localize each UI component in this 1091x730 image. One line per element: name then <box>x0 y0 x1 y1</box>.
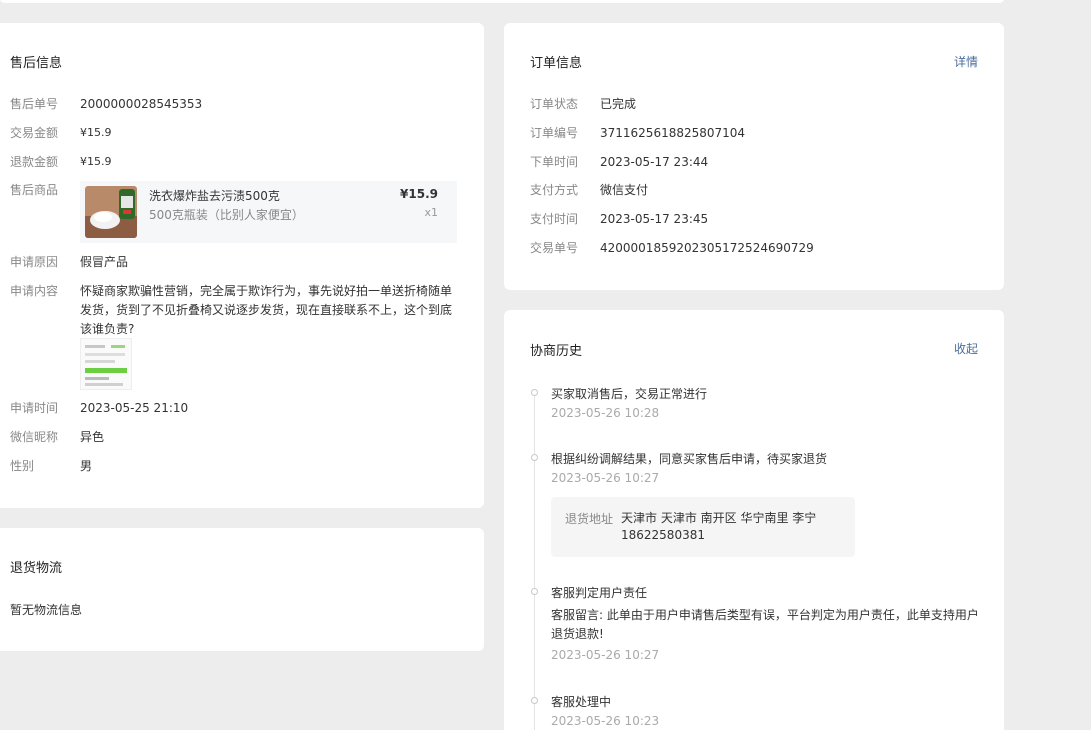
after-sale-title: 售后信息 <box>10 56 63 71</box>
order-field-row: 下单时间 2023-05-17 23:44 <box>530 153 708 171</box>
apply-content: 怀疑商家欺骗性营销，完全属于欺诈行为，事先说好拍一单送折椅随单发货，货到了不见折… <box>80 284 453 336</box>
refund-amount-row: 退款金额 ¥15.9 <box>10 153 112 171</box>
field-label: 售后商品 <box>10 183 59 197</box>
field-label: 订单编号 <box>530 126 579 140</box>
field-label: 申请时间 <box>10 401 59 415</box>
field-label: 交易单号 <box>530 241 579 255</box>
timeline-dot <box>531 454 538 461</box>
return-address-box: 退货地址 天津市 天津市 南开区 华宁南里 李宁 18622580381 <box>551 497 855 557</box>
timeline-line <box>534 390 535 730</box>
history-title: 协商历史 <box>530 344 583 359</box>
product-row-label: 售后商品 <box>10 181 80 199</box>
field-label: 支付时间 <box>530 212 579 226</box>
field-label: 支付方式 <box>530 183 579 197</box>
trade-amount: ¥15.9 <box>80 126 112 139</box>
field-label: 下单时间 <box>530 155 579 169</box>
product-quantity: x1 <box>424 206 438 219</box>
order-field-row: 交易单号 4200001859202305172524690729 <box>530 239 814 257</box>
logistics-title: 退货物流 <box>10 561 63 576</box>
field-label: 性别 <box>10 459 35 473</box>
history-event-time: 2023-05-26 10:28 <box>551 406 660 420</box>
order-field-row: 订单编号 3711625618825807104 <box>530 124 745 142</box>
history-event-title: 买家取消售后，交易正常进行 <box>551 387 708 401</box>
refund-amount: ¥15.9 <box>80 155 112 168</box>
product-price: ¥15.9 <box>400 187 438 201</box>
order-title: 订单信息 <box>530 56 583 71</box>
order-time: 2023-05-17 23:44 <box>600 155 709 169</box>
field-label: 交易金额 <box>10 126 59 140</box>
trade-amount-row: 交易金额 ¥15.9 <box>10 124 112 142</box>
field-label: 退款金额 <box>10 155 59 169</box>
history-event-time: 2023-05-26 10:27 <box>551 471 660 485</box>
after-sale-info-card: 售后信息 售后单号 2000000028545353 交易金额 ¥15.9 退款… <box>0 23 484 508</box>
timeline-dot <box>531 588 538 595</box>
order-status: 已完成 <box>600 97 637 111</box>
return-address: 天津市 天津市 南开区 华宁南里 李宁 18622580381 <box>621 511 817 542</box>
field-label: 订单状态 <box>530 97 579 111</box>
transaction-number: 4200001859202305172524690729 <box>600 241 814 255</box>
history-event-title: 根据纠纷调解结果，同意买家售后申请，待买家退货 <box>551 452 828 466</box>
reason-row: 申请原因 假冒产品 <box>10 253 128 271</box>
order-field-row: 支付时间 2023-05-17 23:45 <box>530 210 708 228</box>
timeline-dot <box>531 697 538 704</box>
history-event-title: 客服处理中 <box>551 695 612 709</box>
product-name: 洗衣爆炸盐去污渍500克 <box>149 189 280 203</box>
gender-row: 性别 男 <box>10 457 92 475</box>
field-label: 售后单号 <box>10 97 59 111</box>
field-label: 申请内容 <box>10 284 59 298</box>
payment-time: 2023-05-17 23:45 <box>600 212 709 226</box>
history-event-title: 客服判定用户责任 <box>551 586 648 600</box>
after-sale-order-no: 2000000028545353 <box>80 97 203 111</box>
apply-time-row: 申请时间 2023-05-25 21:10 <box>10 399 188 417</box>
order-number: 3711625618825807104 <box>600 126 746 140</box>
service-note: 客服留言: 此单由于用户申请售后类型有误，平台判定为用户责任，此单支持用户退货退… <box>551 608 979 641</box>
gender: 男 <box>80 459 93 473</box>
after-sale-order-no-row: 售后单号 2000000028545353 <box>10 95 202 113</box>
history-event-time: 2023-05-26 10:23 <box>551 714 660 728</box>
top-card-edge <box>0 0 1004 3</box>
history-event-time: 2023-05-26 10:27 <box>551 648 660 662</box>
order-field-row: 订单状态 已完成 <box>530 95 636 113</box>
apply-reason: 假冒产品 <box>80 255 129 269</box>
product-card[interactable]: 洗衣爆炸盐去污渍500克 500克瓶装（比别人家便宜） ¥15.9 x1 <box>80 181 457 243</box>
payment-method: 微信支付 <box>600 183 649 197</box>
field-label: 申请原因 <box>10 255 59 269</box>
logistics-empty-text: 暂无物流信息 <box>10 603 83 617</box>
order-field-row: 支付方式 微信支付 <box>530 181 648 199</box>
history-collapse-link[interactable]: 收起 <box>954 340 978 357</box>
order-info-card: 订单信息 详情 订单状态 已完成 订单编号 371162561882580710… <box>504 23 1004 290</box>
product-image <box>85 186 137 238</box>
evidence-image[interactable] <box>80 338 132 390</box>
return-logistics-card: 退货物流 暂无物流信息 <box>0 528 484 651</box>
wechat-nickname: 异色 <box>80 430 105 444</box>
apply-time: 2023-05-25 21:10 <box>80 401 189 415</box>
content-row-label: 申请内容 <box>10 282 80 300</box>
timeline-dot <box>531 389 538 396</box>
field-label: 微信昵称 <box>10 430 59 444</box>
nickname-row: 微信昵称 异色 <box>10 428 104 446</box>
product-spec: 500克瓶装（比别人家便宜） <box>149 208 304 222</box>
return-address-label: 退货地址 <box>565 512 614 526</box>
order-detail-link[interactable]: 详情 <box>954 53 978 70</box>
negotiation-history-card: 协商历史 收起 买家取消售后，交易正常进行 2023-05-26 10:28 根… <box>504 310 1004 730</box>
